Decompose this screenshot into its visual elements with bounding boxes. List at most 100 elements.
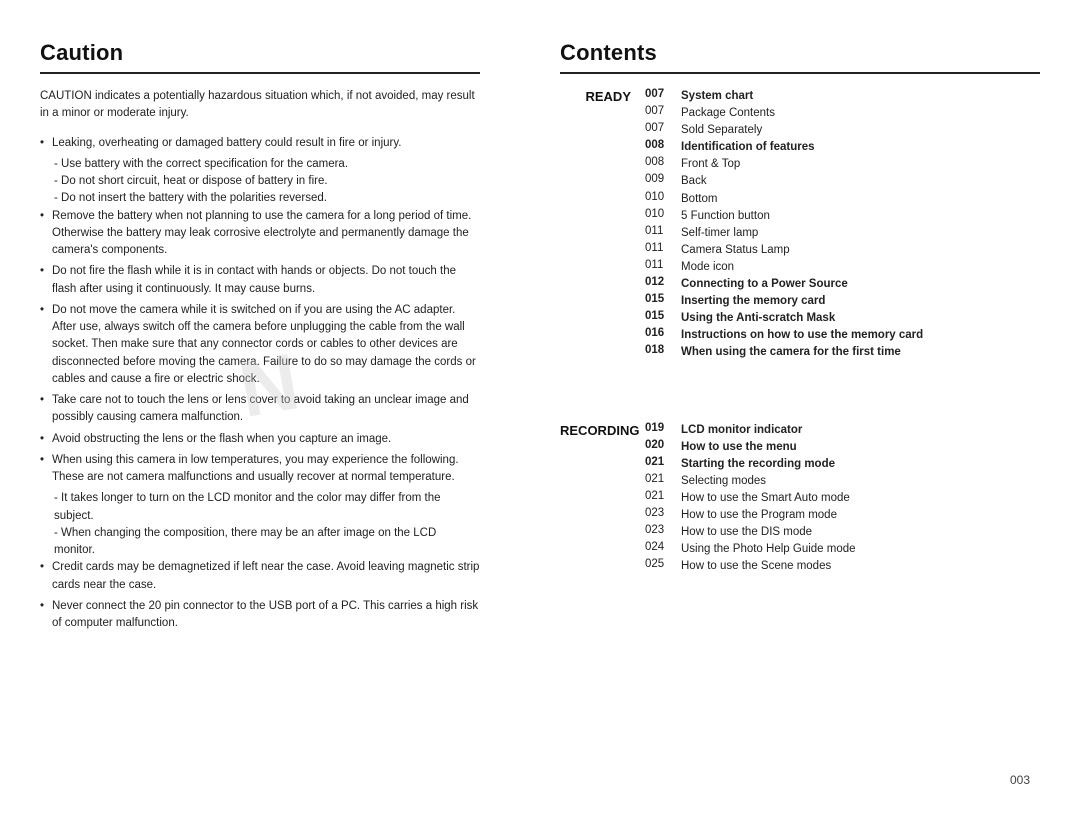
ready-entry-row: 018When using the camera for the first t… [645,344,1040,360]
contents-divider [560,72,1040,74]
ready-entry-row: 015Inserting the memory card [645,293,1040,309]
entry-text: Selecting modes [681,473,766,489]
entry-number: 008 [645,139,681,151]
bullet-item: Avoid obstructing the lens or the flash … [40,431,480,448]
sub-item: - Do not short circuit, heat or dispose … [40,173,480,190]
entry-text: How to use the DIS mode [681,524,812,540]
recording-entries: 019LCD monitor indicator020How to use th… [645,422,1040,576]
entry-text: LCD monitor indicator [681,422,802,438]
entry-text: Mode icon [681,259,734,275]
entry-number: 020 [645,439,681,451]
sub-item: - Use battery with the correct specifica… [40,156,480,173]
entry-number: 015 [645,293,681,305]
recording-entry-row: 021How to use the Smart Auto mode [645,490,1040,506]
entry-text: Bottom [681,191,717,207]
entry-text: Connecting to a Power Source [681,276,848,292]
bullet-item: Take care not to touch the lens or lens … [40,392,480,427]
sub-item: - It takes longer to turn on the LCD mon… [40,490,480,525]
entry-number: 009 [645,173,681,185]
recording-entry-row: 020How to use the menu [645,439,1040,455]
ready-entry-row: 008Front & Top [645,156,1040,172]
recording-entry-row: 021Selecting modes [645,473,1040,489]
entry-number: 007 [645,122,681,134]
sub-item: - When changing the composition, there m… [40,525,480,560]
entry-text: Back [681,173,707,189]
entry-text: How to use the Program mode [681,507,837,523]
entry-number: 007 [645,88,681,100]
recording-entry-row: 021Starting the recording mode [645,456,1040,472]
caution-intro: CAUTION indicates a potentially hazardou… [40,88,480,123]
entry-number: 011 [645,259,681,271]
recording-label: RECORDING [560,422,645,438]
entry-text: How to use the menu [681,439,797,455]
entry-number: 021 [645,473,681,485]
entry-number: 021 [645,456,681,468]
recording-entry-row: 025How to use the Scene modes [645,558,1040,574]
contents-section: Contents READY 007System chart007Package… [520,40,1040,785]
entry-number: 010 [645,191,681,203]
entry-number: 011 [645,242,681,254]
bullet-item: Leaking, overheating or damaged battery … [40,135,480,152]
caution-section: Caution CAUTION indicates a potentially … [40,40,520,785]
entry-number: 010 [645,208,681,220]
ready-entry-row: 011Self-timer lamp [645,225,1040,241]
entry-text: Front & Top [681,156,740,172]
entry-number: 025 [645,558,681,570]
sub-item: - Do not insert the battery with the pol… [40,190,480,207]
entry-number: 012 [645,276,681,288]
bullet-item: Remove the battery when not planning to … [40,208,480,260]
entry-text: When using the camera for the first time [681,344,901,360]
ready-entry-row: 009Back [645,173,1040,189]
entry-text: Starting the recording mode [681,456,835,472]
contents-title: Contents [560,40,1040,66]
recording-entry-row: 019LCD monitor indicator [645,422,1040,438]
bullet-item: Do not move the camera while it is switc… [40,302,480,388]
recording-section-row: RECORDING 019LCD monitor indicator020How… [560,422,1040,576]
entry-text: How to use the Smart Auto mode [681,490,850,506]
recording-entry-row: 024Using the Photo Help Guide mode [645,541,1040,557]
entry-number: 008 [645,156,681,168]
ready-entries: 007System chart007Package Contents007Sol… [645,88,1040,362]
entry-text: Inserting the memory card [681,293,825,309]
entry-number: 016 [645,327,681,339]
entry-number: 021 [645,490,681,502]
ready-entry-row: 015Using the Anti-scratch Mask [645,310,1040,326]
caution-bullets: Leaking, overheating or damaged battery … [40,135,480,633]
ready-entry-row: 007Package Contents [645,105,1040,121]
page-number: 003 [1010,773,1030,787]
entry-text: Package Contents [681,105,775,121]
entry-number: 024 [645,541,681,553]
entry-number: 018 [645,344,681,356]
bullet-item: Do not fire the flash while it is in con… [40,263,480,298]
recording-entry-row: 023How to use the DIS mode [645,524,1040,540]
recording-entry-row: 023How to use the Program mode [645,507,1040,523]
entry-number: 023 [645,524,681,536]
ready-entry-row: 011Mode icon [645,259,1040,275]
ready-entry-row: 007System chart [645,88,1040,104]
ready-section-row: READY 007System chart007Package Contents… [560,88,1040,362]
entry-number: 015 [645,310,681,322]
entry-text: How to use the Scene modes [681,558,831,574]
entry-text: 5 Function button [681,208,770,224]
entry-text: Camera Status Lamp [681,242,790,258]
ready-entry-row: 011Camera Status Lamp [645,242,1040,258]
ready-entry-row: 010Bottom [645,191,1040,207]
ready-entry-row: 016Instructions on how to use the memory… [645,327,1040,343]
ready-entry-row: 007Sold Separately [645,122,1040,138]
caution-divider [40,72,480,74]
ready-entry-row: 008Identification of features [645,139,1040,155]
bullet-item: Never connect the 20 pin connector to th… [40,598,480,633]
caution-title: Caution [40,40,480,66]
entry-text: Using the Photo Help Guide mode [681,541,856,557]
entry-number: 023 [645,507,681,519]
entry-text: Self-timer lamp [681,225,758,241]
entry-text: System chart [681,88,753,104]
bullet-item: Credit cards may be demagnetized if left… [40,559,480,594]
bullet-item: When using this camera in low temperatur… [40,452,480,487]
entry-text: Using the Anti-scratch Mask [681,310,835,326]
entry-text: Instructions on how to use the memory ca… [681,327,923,343]
ready-entry-row: 012Connecting to a Power Source [645,276,1040,292]
entry-text: Sold Separately [681,122,762,138]
entry-number: 007 [645,105,681,117]
entry-text: Identification of features [681,139,815,155]
